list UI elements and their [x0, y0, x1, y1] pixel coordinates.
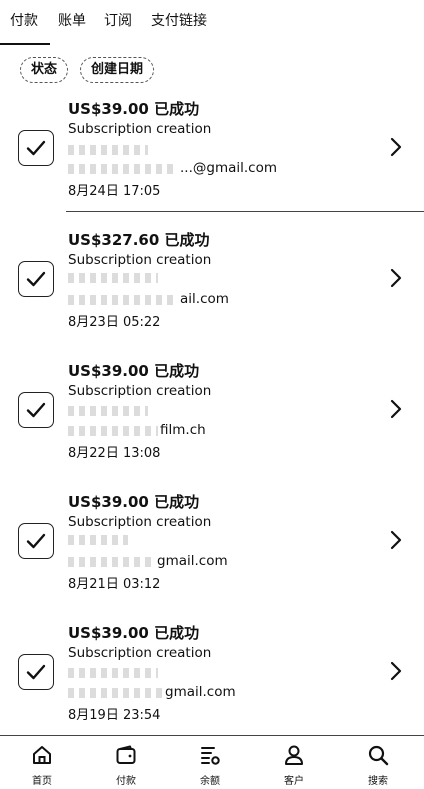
search-icon: [368, 745, 389, 766]
payment-time: 8月23日 05:22: [68, 315, 161, 330]
redacted-customer-name: [68, 273, 158, 283]
nav-home[interactable]: 首页: [0, 736, 84, 789]
redacted-email-prefix: [68, 164, 178, 174]
payment-description: Subscription creation: [68, 514, 212, 530]
redacted-customer-name: [68, 535, 128, 545]
redacted-email-prefix: [68, 688, 164, 698]
chevron-right-icon: [390, 530, 402, 550]
redacted-email-prefix: [68, 426, 158, 436]
payment-email: ...@gmail.com: [180, 160, 277, 176]
filter-status-chip[interactable]: 状态: [20, 57, 69, 83]
wallet-icon: [116, 745, 136, 764]
redacted-customer-name: [68, 668, 158, 678]
nav-search-label: 搜索: [368, 776, 388, 787]
payments-screen: 付款 账单 订阅 支付链接 状态 创建日期 US$39.00 已成功 Subsc…: [0, 0, 424, 789]
bottom-navigation: 首页 付款 余额 客户 搜索: [0, 735, 424, 789]
nav-balance[interactable]: 余额: [168, 736, 252, 789]
check-icon: [18, 392, 54, 428]
payment-row[interactable]: US$39.00 已成功 Subscription creation ...@g…: [0, 90, 424, 221]
payment-description: Subscription creation: [68, 121, 212, 137]
redacted-customer-name: [68, 406, 148, 416]
check-icon: [18, 261, 54, 297]
payment-amount: US$327.60 已成功: [68, 231, 210, 249]
nav-payments[interactable]: 付款: [84, 736, 168, 789]
row-divider: [66, 211, 424, 212]
payment-email: film.ch: [160, 422, 206, 438]
tab-payment-links[interactable]: 支付链接: [151, 10, 207, 30]
payment-amount: US$39.00 已成功: [68, 624, 200, 642]
chevron-right-icon: [390, 268, 402, 288]
payment-amount: US$39.00 已成功: [68, 493, 200, 511]
home-icon: [33, 746, 51, 764]
chevron-right-icon: [390, 399, 402, 419]
payment-row[interactable]: US$327.60 已成功 Subscription creation ail.…: [0, 221, 424, 352]
chevron-right-icon: [390, 137, 402, 157]
check-icon: [18, 130, 54, 166]
nav-search[interactable]: 搜索: [336, 736, 420, 789]
redacted-email-prefix: [68, 295, 178, 305]
payment-description: Subscription creation: [68, 383, 212, 399]
payment-description: Subscription creation: [68, 252, 212, 268]
payment-description: Subscription creation: [68, 645, 212, 661]
payment-time: 8月21日 03:12: [68, 577, 161, 592]
payment-row[interactable]: US$39.00 已成功 Subscription creation film.…: [0, 352, 424, 483]
payment-time: 8月19日 23:54: [68, 708, 161, 723]
tab-invoices[interactable]: 账单: [58, 10, 86, 30]
tab-subscriptions[interactable]: 订阅: [104, 10, 132, 30]
payment-amount: US$39.00 已成功: [68, 100, 200, 118]
payment-row[interactable]: US$39.00 已成功 Subscription creation gmail…: [0, 483, 424, 614]
redacted-email-prefix: [68, 557, 152, 567]
nav-payments-label: 付款: [116, 776, 136, 787]
payment-amount: US$39.00 已成功: [68, 362, 200, 380]
person-icon: [285, 745, 303, 765]
redacted-customer-name: [68, 145, 148, 155]
tab-payments[interactable]: 付款: [0, 10, 50, 45]
payment-email: gmail.com: [165, 684, 236, 700]
payment-email: gmail.com: [157, 553, 228, 569]
check-icon: [18, 654, 54, 690]
nav-balance-label: 余额: [200, 776, 220, 787]
top-tabs: 付款 账单 订阅 支付链接: [0, 0, 424, 46]
nav-home-label: 首页: [32, 776, 52, 787]
payment-time: 8月24日 17:05: [68, 184, 161, 199]
chevron-right-icon: [390, 661, 402, 681]
payment-time: 8月22日 13:08: [68, 446, 161, 461]
filter-created-date-chip[interactable]: 创建日期: [80, 57, 155, 83]
payment-row[interactable]: US$39.00 已成功 Subscription creation gmail…: [0, 614, 424, 745]
nav-customers-label: 客户: [284, 776, 304, 787]
check-icon: [18, 523, 54, 559]
nav-customers[interactable]: 客户: [252, 736, 336, 789]
payment-email: ail.com: [180, 291, 229, 307]
balance-icon: [201, 747, 220, 765]
